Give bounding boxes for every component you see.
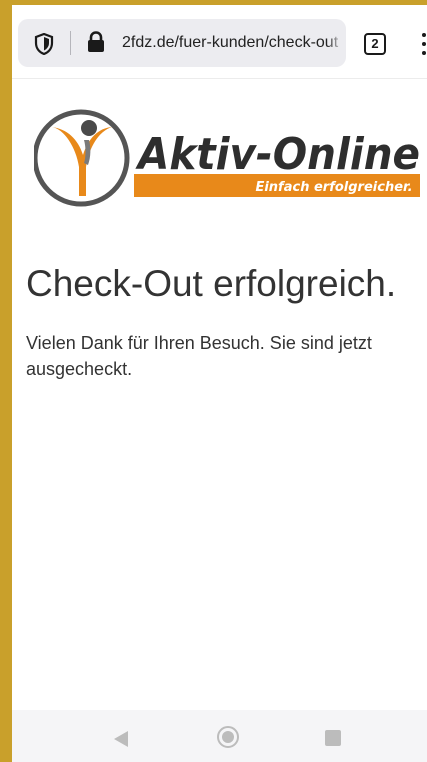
phone-screen: 2fdz.de/fuer-kunden/check-out 2 Aktiv-On… bbox=[12, 5, 427, 762]
logo-title: Aktiv-Online bbox=[135, 129, 420, 180]
address-bar[interactable]: 2fdz.de/fuer-kunden/check-out bbox=[18, 19, 346, 67]
page-title: Check-Out erfolgreich. bbox=[26, 263, 397, 304]
aktiv-online-logo: Aktiv-Online Einfach erfolgreicher. bbox=[34, 109, 420, 207]
android-nav-bar bbox=[12, 710, 427, 762]
recents-icon[interactable] bbox=[325, 730, 341, 746]
checkout-message: Vielen Dank für Ihren Besuch. Sie sind j… bbox=[26, 333, 372, 379]
lock-icon[interactable] bbox=[86, 30, 106, 54]
address-bar-divider bbox=[70, 31, 71, 55]
logo-tagline: Einfach erfolgreicher. bbox=[255, 180, 412, 195]
back-icon[interactable] bbox=[113, 730, 129, 748]
browser-toolbar: 2fdz.de/fuer-kunden/check-out 2 bbox=[12, 5, 427, 79]
menu-icon[interactable] bbox=[421, 33, 427, 57]
url-text[interactable]: 2fdz.de/fuer-kunden/check-out bbox=[122, 32, 344, 56]
shield-icon[interactable] bbox=[34, 33, 54, 55]
tabs-icon[interactable]: 2 bbox=[364, 33, 386, 55]
home-icon[interactable] bbox=[217, 726, 239, 748]
